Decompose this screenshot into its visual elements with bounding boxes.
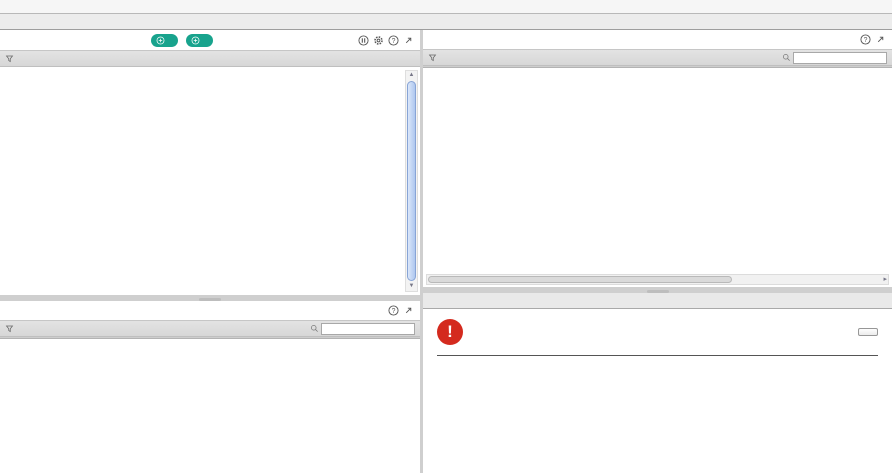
search-icon	[782, 53, 791, 62]
horizontal-splitter[interactable]	[0, 298, 420, 301]
right-column: !	[423, 30, 892, 473]
issue-activity-panel	[423, 30, 892, 287]
settings-gear-icon[interactable]	[373, 35, 384, 46]
help-icon[interactable]	[860, 34, 871, 45]
scrollbar-thumb[interactable]	[407, 81, 416, 281]
issue-activity-header-icons	[860, 34, 886, 45]
advisory-panel: !	[423, 293, 892, 473]
new-scan-button[interactable]	[151, 34, 178, 47]
divider	[437, 355, 878, 356]
compare-responses-button[interactable]	[858, 328, 878, 336]
main-tab-bar	[0, 14, 892, 30]
event-log-search-input[interactable]	[321, 323, 415, 335]
search-icon	[310, 324, 319, 333]
issue-searchbox	[782, 52, 887, 64]
event-log-header	[0, 301, 420, 320]
event-log-panel	[0, 301, 420, 473]
expand-icon[interactable]	[875, 34, 886, 45]
event-log-rows	[0, 339, 420, 473]
issue-rows	[423, 68, 892, 273]
dashboard-content: !	[0, 30, 892, 473]
pause-all-icon[interactable]	[358, 35, 369, 46]
horizontal-splitter[interactable]	[423, 290, 892, 293]
tasks-header	[0, 30, 420, 50]
expand-icon[interactable]	[403, 35, 414, 46]
advisory-tab-bar	[423, 293, 892, 309]
filter-funnel-icon[interactable]	[5, 324, 14, 333]
left-column	[0, 30, 420, 473]
issue-activity-filterbar	[423, 49, 892, 66]
tasks-list	[0, 67, 420, 295]
advisory-body: !	[423, 309, 892, 473]
scroll-down-icon[interactable]	[406, 282, 417, 291]
event-log-filterbar	[0, 320, 420, 337]
advisory-title-row: !	[437, 319, 878, 345]
event-log-searchbox	[310, 323, 415, 335]
tasks-panel	[0, 30, 420, 295]
filter-funnel-icon[interactable]	[428, 53, 437, 62]
tasks-header-icons	[358, 35, 414, 46]
scroll-up-icon[interactable]	[406, 71, 417, 80]
high-severity-icon: !	[437, 319, 463, 345]
plus-circle-icon	[191, 36, 200, 45]
new-live-task-button[interactable]	[186, 34, 213, 47]
event-log-header-icons	[388, 305, 414, 316]
menubar	[0, 0, 892, 14]
tasks-filterbar	[0, 50, 420, 67]
help-icon[interactable]	[388, 35, 399, 46]
issue-search-input[interactable]	[793, 52, 887, 64]
expand-icon[interactable]	[403, 305, 414, 316]
plus-circle-icon	[156, 36, 165, 45]
issue-horizontal-scrollbar[interactable]	[426, 274, 889, 285]
filter-funnel-icon[interactable]	[5, 54, 14, 63]
scrollbar-thumb[interactable]	[428, 276, 732, 283]
issue-activity-header	[423, 30, 892, 49]
tasks-scrollbar[interactable]	[405, 70, 418, 292]
help-icon[interactable]	[388, 305, 399, 316]
